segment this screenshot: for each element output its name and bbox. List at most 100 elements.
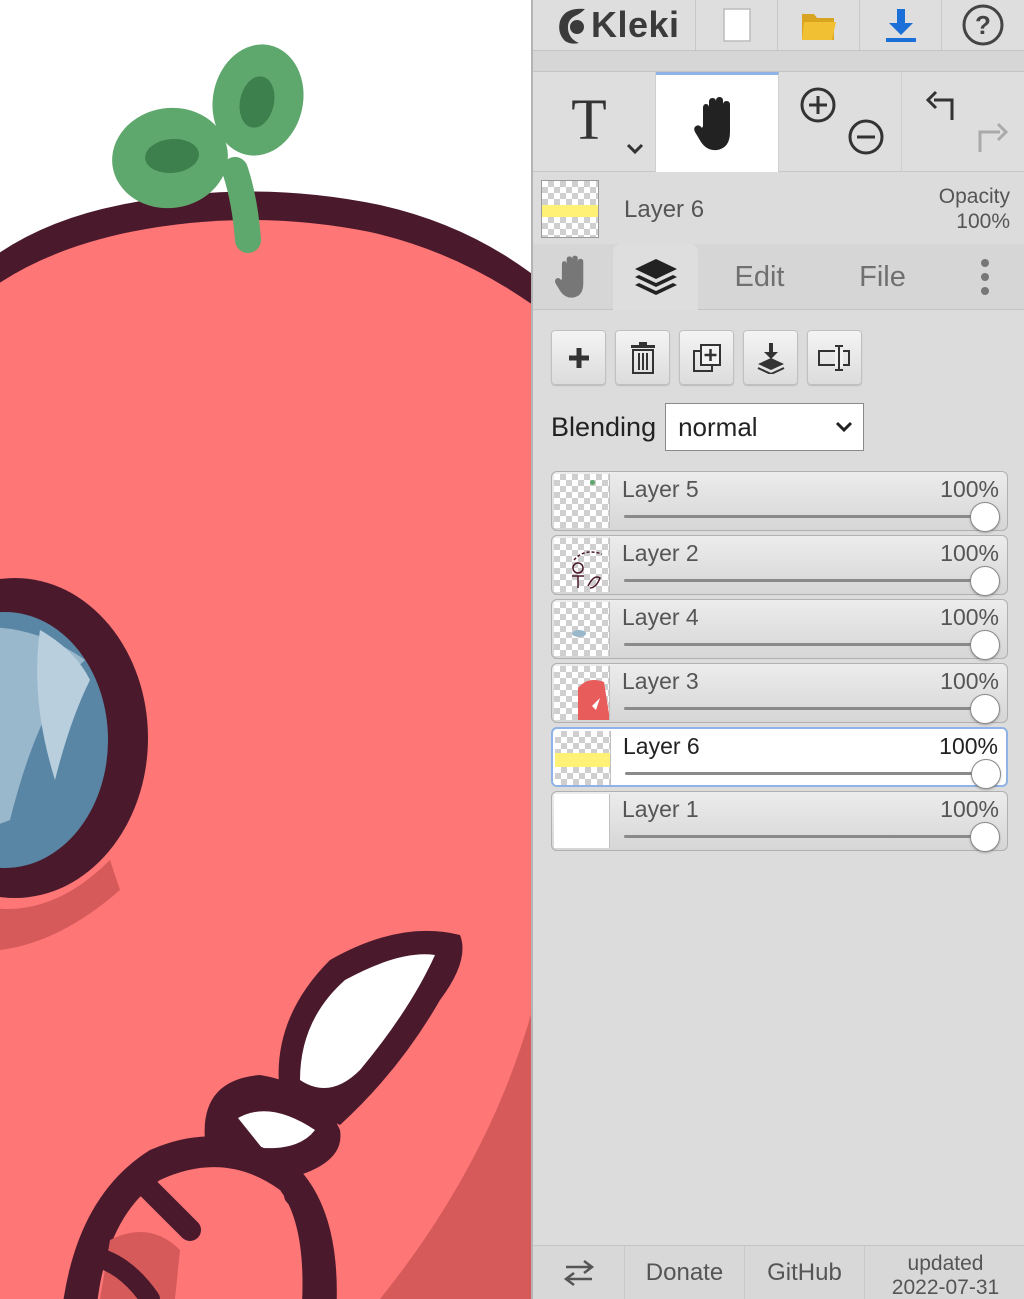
layer-opacity-slider[interactable] bbox=[970, 694, 1000, 724]
trash-icon bbox=[630, 341, 655, 374]
sidebar: Kleki ? T Layer 6 Opacity 100% Edit File… bbox=[531, 0, 1024, 1299]
layer-opacity: 100% bbox=[940, 668, 999, 694]
layer-row-selected[interactable]: Layer 6 100% bbox=[551, 727, 1008, 789]
tab-file[interactable]: File bbox=[821, 244, 944, 310]
swap-arrows-icon bbox=[563, 1260, 594, 1286]
open-file-button[interactable] bbox=[777, 0, 859, 50]
canvas-artwork bbox=[0, 44, 531, 1299]
redo-icon[interactable] bbox=[972, 118, 1012, 156]
hand-tool-button[interactable] bbox=[656, 72, 779, 172]
merge-down-icon bbox=[757, 342, 784, 374]
layer-opacity-track bbox=[624, 579, 978, 582]
download-icon bbox=[885, 9, 916, 42]
layers-list: Layer 5 100% Layer 2 100% Layer 4 100% L… bbox=[551, 471, 1008, 855]
layer-thumbnail bbox=[554, 794, 610, 848]
github-link[interactable]: GitHub bbox=[745, 1246, 865, 1299]
open-folder-icon bbox=[801, 14, 836, 40]
new-file-icon bbox=[722, 8, 751, 42]
layer-thumbnail bbox=[555, 731, 611, 785]
layer-row[interactable]: Layer 5 100% bbox=[551, 471, 1008, 532]
updated-info[interactable]: updated 2022-07-31 bbox=[865, 1246, 1024, 1299]
layer-opacity-track bbox=[625, 772, 979, 775]
layer-name: Layer 4 bbox=[622, 604, 699, 630]
layer-row[interactable]: Layer 2 100% bbox=[551, 535, 1008, 596]
layer-name: Layer 2 bbox=[622, 540, 699, 566]
layer-opacity-slider[interactable] bbox=[971, 759, 1001, 789]
blending-control: Blending normal bbox=[551, 403, 865, 451]
tab-hand[interactable] bbox=[533, 244, 613, 310]
layer-name: Layer 5 bbox=[622, 476, 699, 502]
layer-opacity-slider[interactable] bbox=[970, 822, 1000, 852]
kleki-logo-icon bbox=[559, 8, 585, 44]
layer-thumbnail bbox=[554, 538, 610, 592]
layer-row[interactable]: Layer 3 100% bbox=[551, 663, 1008, 724]
top-bar: Kleki ? bbox=[533, 0, 1024, 50]
layer-row[interactable]: Layer 4 100% bbox=[551, 599, 1008, 660]
layer-opacity: 100% bbox=[940, 540, 999, 566]
blending-select[interactable]: normal bbox=[665, 403, 865, 451]
layer-name: Layer 1 bbox=[622, 796, 699, 822]
layer-opacity-track bbox=[624, 515, 978, 518]
download-button[interactable] bbox=[859, 0, 941, 50]
rename-layer-button[interactable] bbox=[807, 330, 862, 385]
app-logo[interactable]: Kleki bbox=[533, 0, 695, 50]
panel-tabs: Edit File bbox=[533, 244, 1024, 310]
layer-opacity: 100% bbox=[940, 796, 999, 822]
hand-tool-icon bbox=[694, 96, 730, 150]
help-icon: ? bbox=[962, 4, 1003, 46]
layer-row[interactable]: Layer 1 100% bbox=[551, 791, 1008, 852]
undo-icon[interactable] bbox=[922, 86, 962, 124]
duplicate-icon bbox=[692, 343, 721, 372]
layers-icon bbox=[634, 259, 677, 295]
current-layer-info: Layer 6 Opacity 100% bbox=[533, 172, 1024, 244]
layer-thumbnail bbox=[554, 474, 610, 528]
current-layer-name: Layer 6 bbox=[624, 196, 705, 223]
tab-edit[interactable]: Edit bbox=[698, 244, 821, 310]
blending-value: normal bbox=[678, 411, 758, 442]
layer-name: Layer 3 bbox=[622, 668, 699, 694]
footer: Donate GitHub updated 2022-07-31 bbox=[533, 1245, 1024, 1299]
svg-text:?: ? bbox=[975, 10, 991, 40]
layer-opacity-track bbox=[624, 835, 978, 838]
layer-opacity-slider[interactable] bbox=[970, 566, 1000, 596]
drawing-canvas[interactable] bbox=[0, 0, 531, 1299]
layer-opacity-track bbox=[624, 707, 978, 710]
delete-layer-button[interactable] bbox=[615, 330, 670, 385]
text-tool-icon: T bbox=[571, 86, 607, 152]
layer-opacity-slider[interactable] bbox=[970, 502, 1000, 532]
current-layer-thumbnail bbox=[541, 180, 599, 238]
history-controls bbox=[902, 72, 1024, 172]
tab-layers[interactable] bbox=[613, 244, 698, 310]
layer-thumbnail bbox=[554, 602, 610, 656]
more-menu-button[interactable] bbox=[944, 244, 1024, 310]
layer-name: Layer 6 bbox=[623, 733, 700, 759]
layer-opacity: 100% bbox=[940, 476, 999, 502]
more-vertical-icon bbox=[981, 259, 989, 295]
layer-thumbnail bbox=[554, 666, 610, 720]
rename-icon bbox=[817, 344, 850, 371]
swap-sides-button[interactable] bbox=[533, 1246, 625, 1299]
layer-opacity-track bbox=[624, 643, 978, 646]
zoom-in-icon[interactable] bbox=[799, 86, 837, 124]
add-layer-button[interactable] bbox=[551, 330, 606, 385]
opacity-value: 100% bbox=[956, 210, 1010, 233]
toolbar-separator bbox=[533, 50, 1024, 72]
zoom-controls bbox=[779, 72, 902, 172]
merge-down-button[interactable] bbox=[743, 330, 798, 385]
layer-opacity-slider[interactable] bbox=[970, 630, 1000, 660]
layer-opacity: 100% bbox=[940, 604, 999, 630]
updated-date: 2022-07-31 bbox=[891, 1276, 1000, 1299]
chevron-down-icon[interactable] bbox=[625, 142, 645, 156]
chevron-down-icon bbox=[836, 421, 853, 433]
help-button[interactable]: ? bbox=[941, 0, 1023, 50]
sprout-stem bbox=[222, 157, 261, 253]
layer-opacity: 100% bbox=[939, 733, 998, 759]
donate-link[interactable]: Donate bbox=[625, 1246, 745, 1299]
zoom-out-icon[interactable] bbox=[847, 118, 885, 156]
text-tool-button[interactable]: T bbox=[533, 72, 656, 172]
hand-icon bbox=[554, 255, 584, 298]
new-file-button[interactable] bbox=[695, 0, 777, 50]
opacity-label: Opacity bbox=[938, 185, 1010, 208]
duplicate-layer-button[interactable] bbox=[679, 330, 734, 385]
blending-label: Blending bbox=[551, 411, 657, 442]
